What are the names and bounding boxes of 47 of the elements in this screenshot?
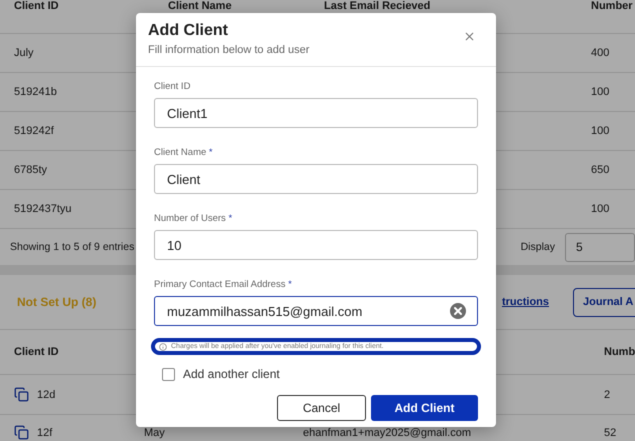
table-cell: 12f	[37, 426, 52, 438]
journal-button[interactable]: Journal A	[573, 288, 635, 316]
table-cell: 519241b	[14, 86, 57, 98]
field-label: Client ID	[154, 81, 192, 92]
table-cell: 400	[591, 47, 610, 59]
table-cell: ehanfman1+may2025@gmail.com	[303, 426, 472, 438]
column-header: Number	[591, 0, 633, 12]
table-cell: 12d	[37, 388, 56, 400]
field-label: Number of Users *	[154, 213, 234, 224]
entries-summary: Showing 1 to 5 of 9 entries	[10, 241, 134, 253]
display-label: Display	[520, 241, 555, 253]
close-button[interactable]	[463, 30, 476, 43]
table-cell: 52	[604, 426, 616, 438]
table-cell: 6785ty	[14, 164, 48, 176]
cancel-button[interactable]: Cancel	[277, 395, 366, 421]
table-cell: May	[144, 426, 165, 438]
dialog-subtitle: Fill information below to add user	[148, 44, 310, 56]
field-label: Client Name *	[154, 147, 214, 158]
input-field[interactable]: Client1	[154, 98, 478, 128]
input-field[interactable]: muzammilhassan515@gmail.com	[154, 296, 478, 326]
table-cell: 519242f	[14, 125, 54, 137]
table-cell: July	[14, 47, 34, 59]
copy-icon[interactable]	[14, 425, 29, 440]
field-label: Primary Contact Email Address *	[154, 279, 293, 290]
checkbox[interactable]	[162, 368, 175, 380]
table-cell: 5192437tyu	[14, 203, 72, 215]
column-header: Numb	[604, 346, 635, 358]
table-cell: 650	[591, 164, 610, 176]
table-cell: 100	[591, 125, 610, 137]
table-cell: 100	[591, 86, 610, 98]
table-cell: 100	[591, 203, 610, 215]
column-header: Client ID	[14, 0, 59, 12]
column-header: Client Name	[168, 0, 232, 12]
checkbox-label: Add another client	[183, 367, 280, 381]
instructions-link[interactable]: tructions	[502, 296, 549, 308]
input-field[interactable]: Client	[154, 164, 478, 194]
copy-icon[interactable]	[14, 387, 29, 402]
table-cell: 2	[604, 388, 610, 400]
column-header: Client ID	[14, 346, 59, 358]
column-header: Last Email Recieved	[324, 0, 430, 12]
input-field[interactable]: 10	[154, 230, 478, 260]
dialog-title: Add Client	[148, 22, 229, 40]
section-title: Not Set Up (8)	[17, 295, 96, 309]
add-client-button[interactable]: Add Client	[371, 395, 478, 421]
page-size-select[interactable]: 5	[565, 232, 635, 262]
clear-icon[interactable]	[450, 303, 466, 319]
info-icon	[159, 342, 167, 350]
